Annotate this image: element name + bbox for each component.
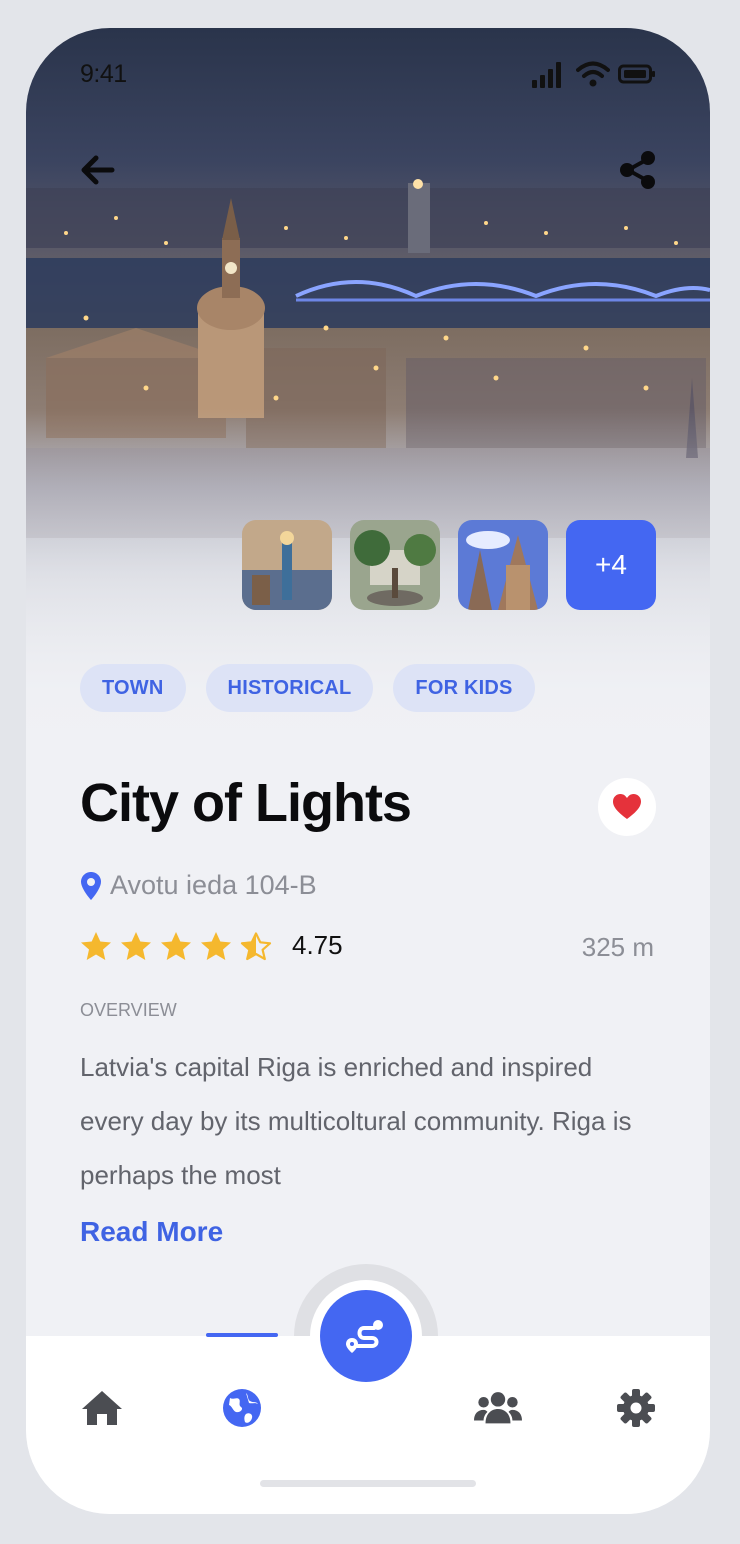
location-pin-icon	[81, 871, 101, 900]
star-icon	[201, 931, 231, 960]
nav-home[interactable]	[78, 1386, 126, 1430]
read-more-link[interactable]: Read More	[80, 1216, 223, 1248]
arrow-left-icon	[81, 155, 115, 185]
place-title: City of Lights	[80, 773, 412, 833]
rating-row: 4.75	[80, 930, 343, 961]
globe-icon	[223, 1389, 261, 1427]
distance-text: 325 m	[581, 932, 654, 962]
route-icon	[346, 1320, 383, 1353]
home-icon	[82, 1391, 122, 1425]
address-row: Avotu ieda 104-B	[80, 870, 317, 901]
gallery-thumbnail[interactable]	[350, 520, 440, 610]
battery-icon	[618, 64, 655, 84]
star-icon	[161, 931, 191, 960]
home-indicator	[260, 1480, 476, 1487]
address-text: Avotu ieda 104-B	[110, 870, 317, 900]
star-half-icon	[240, 931, 272, 960]
gallery-thumbnail[interactable]	[242, 520, 332, 610]
gear-icon	[617, 1389, 655, 1427]
gallery-thumbnail[interactable]	[458, 520, 548, 610]
signal-icon	[532, 62, 561, 88]
back-button[interactable]	[78, 150, 118, 190]
phone-screen: 9:41 +4 TOWN HISTORICAL FOR KIDS City of…	[26, 28, 710, 1514]
status-time: 9:41	[80, 60, 127, 88]
gallery-more-button[interactable]: +4	[566, 520, 656, 610]
nav-community[interactable]	[474, 1386, 522, 1430]
share-icon	[620, 151, 655, 189]
star-icon	[81, 931, 111, 960]
tag-historical[interactable]: HISTORICAL	[205, 664, 374, 712]
rating-value: 4.75	[292, 930, 343, 960]
star-icon	[121, 931, 151, 960]
tag-town[interactable]: TOWN	[80, 664, 186, 712]
overview-text: Latvia's capital Riga is enriched and in…	[80, 1052, 632, 1190]
photo-image	[242, 520, 332, 610]
tag-list: TOWN HISTORICAL FOR KIDS	[80, 664, 535, 712]
nav-explore[interactable]	[218, 1386, 266, 1430]
hero-image	[26, 28, 710, 768]
nav-active-indicator	[206, 1333, 278, 1337]
users-icon	[474, 1392, 522, 1424]
wifi-icon	[576, 61, 610, 87]
route-button[interactable]	[320, 1290, 412, 1382]
photo-image	[350, 520, 440, 610]
favorite-button[interactable]	[598, 778, 656, 836]
overview-label: OVERVIEW	[80, 1000, 177, 1020]
share-button[interactable]	[618, 150, 658, 190]
nav-settings[interactable]	[612, 1386, 660, 1430]
tag-for-kids[interactable]: FOR KIDS	[393, 664, 535, 712]
status-icons	[532, 60, 656, 88]
heart-icon	[613, 794, 641, 819]
photo-image	[458, 520, 548, 610]
